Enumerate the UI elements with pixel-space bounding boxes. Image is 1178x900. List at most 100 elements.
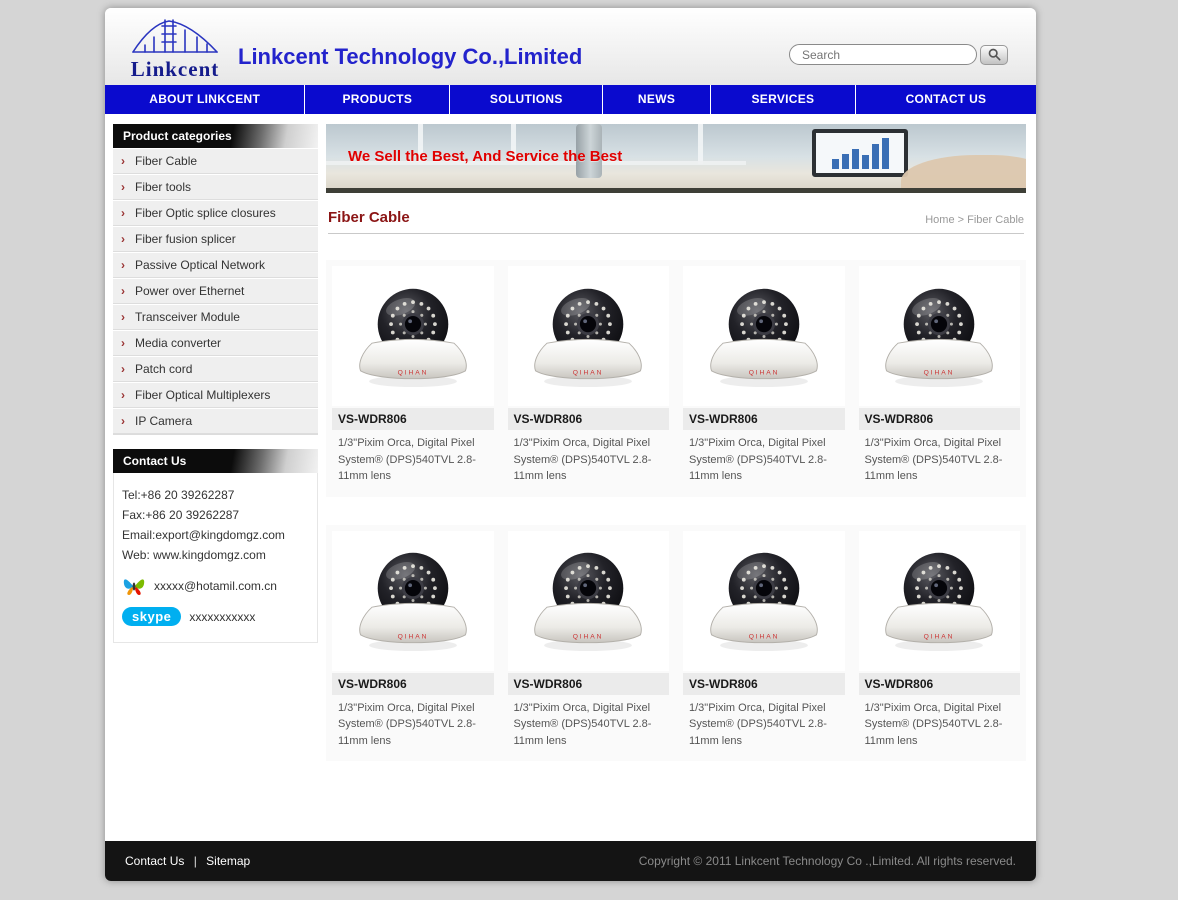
product-card[interactable]: QIHAN VS-WDR806 1/3"Pixim Orca, Digital … xyxy=(683,266,845,485)
banner-slogan: We Sell the Best, And Service the Best xyxy=(348,148,622,165)
nav-item[interactable]: ABOUT LINKCENT xyxy=(105,85,305,114)
chevron-right-icon: › xyxy=(121,206,135,220)
product-description: 1/3"Pixim Orca, Digital Pixel System® (D… xyxy=(332,695,494,750)
product-name[interactable]: VS-WDR806 xyxy=(508,408,670,430)
footer-sitemap-link[interactable]: Sitemap xyxy=(206,854,250,868)
camera-brand-text: QIHAN xyxy=(748,634,779,641)
banner-laptop xyxy=(812,129,908,177)
contact-us-header: Contact Us xyxy=(113,449,318,473)
product-name[interactable]: VS-WDR806 xyxy=(859,673,1021,695)
logo[interactable]: Linkcent xyxy=(115,12,235,82)
breadcrumb-home[interactable]: Home xyxy=(925,214,954,226)
product-photo: QIHAN xyxy=(508,266,670,406)
product-name[interactable]: VS-WDR806 xyxy=(508,673,670,695)
sidebar-category-item[interactable]: › Fiber Optic splice closures xyxy=(113,200,318,226)
site-header: Linkcent Linkcent Technology Co.,Limited xyxy=(105,8,1036,85)
sidebar-category-item[interactable]: › Patch cord xyxy=(113,356,318,382)
product-name[interactable]: VS-WDR806 xyxy=(332,673,494,695)
camera-brand-text: QIHAN xyxy=(573,369,604,376)
search-input[interactable] xyxy=(789,44,977,65)
search-button[interactable] xyxy=(980,45,1008,65)
dome-camera-image: QIHAN xyxy=(526,280,650,393)
msn-account[interactable]: xxxxx@hotamil.com.cn xyxy=(154,579,277,593)
product-description: 1/3"Pixim Orca, Digital Pixel System® (D… xyxy=(859,430,1021,485)
product-photo: QIHAN xyxy=(683,531,845,671)
sidebar-category-label: Passive Optical Network xyxy=(135,258,265,272)
product-description: 1/3"Pixim Orca, Digital Pixel System® (D… xyxy=(332,430,494,485)
camera-brand-text: QIHAN xyxy=(748,369,779,376)
chevron-right-icon: › xyxy=(121,310,135,324)
sidebar-category-label: Fiber tools xyxy=(135,180,191,194)
product-card[interactable]: QIHAN VS-WDR806 1/3"Pixim Orca, Digital … xyxy=(332,266,494,485)
sidebar-category-label: Fiber fusion splicer xyxy=(135,232,236,246)
sidebar-category-item[interactable]: › IP Camera xyxy=(113,408,318,434)
product-grid-row: QIHAN VS-WDR806 1/3"Pixim Orca, Digital … xyxy=(326,260,1026,497)
nav-item[interactable]: CONTACT US xyxy=(856,85,1036,114)
sidebar-category-item[interactable]: › Passive Optical Network xyxy=(113,252,318,278)
search-box xyxy=(789,44,1008,65)
product-card[interactable]: QIHAN VS-WDR806 1/3"Pixim Orca, Digital … xyxy=(859,266,1021,485)
product-photo: QIHAN xyxy=(332,266,494,406)
sidebar-category-label: Media converter xyxy=(135,336,221,350)
nav-item[interactable]: NEWS xyxy=(603,85,711,114)
skype-row: skype xxxxxxxxxxx xyxy=(122,607,309,626)
page-title: Fiber Cable xyxy=(328,209,410,226)
product-name[interactable]: VS-WDR806 xyxy=(332,408,494,430)
product-card[interactable]: QIHAN VS-WDR806 1/3"Pixim Orca, Digital … xyxy=(683,531,845,750)
contact-info-line: Email:export@kingdomgz.com xyxy=(122,525,309,545)
sidebar-category-item[interactable]: › Fiber Cable xyxy=(113,148,318,174)
sidebar-category-item[interactable]: › Fiber Optical Multiplexers xyxy=(113,382,318,408)
contact-body: Tel:+86 20 39262287 Fax:+86 20 39262287 … xyxy=(113,473,318,643)
product-description: 1/3"Pixim Orca, Digital Pixel System® (D… xyxy=(508,430,670,485)
chevron-right-icon: › xyxy=(121,154,135,168)
breadcrumb-separator: > xyxy=(958,214,964,226)
product-categories-header: Product categories xyxy=(113,124,318,148)
sidebar-category-item[interactable]: › Fiber fusion splicer xyxy=(113,226,318,252)
sidebar-category-item[interactable]: › Media converter xyxy=(113,330,318,356)
camera-brand-text: QIHAN xyxy=(397,634,428,641)
product-card[interactable]: QIHAN VS-WDR806 1/3"Pixim Orca, Digital … xyxy=(332,531,494,750)
breadcrumb: Home > Fiber Cable xyxy=(925,214,1024,226)
sidebar-category-label: Patch cord xyxy=(135,362,192,376)
main-content: We Sell the Best, And Service the Best F… xyxy=(326,124,1026,841)
contact-info-line: Tel:+86 20 39262287 xyxy=(122,485,309,505)
chevron-right-icon: › xyxy=(121,232,135,246)
page-container: Linkcent Linkcent Technology Co.,Limited… xyxy=(105,8,1036,881)
dome-camera-image: QIHAN xyxy=(702,280,826,393)
chevron-right-icon: › xyxy=(121,414,135,428)
product-description: 1/3"Pixim Orca, Digital Pixel System® (D… xyxy=(508,695,670,750)
product-card[interactable]: QIHAN VS-WDR806 1/3"Pixim Orca, Digital … xyxy=(508,266,670,485)
sidebar-category-label: Fiber Optic splice closures xyxy=(135,206,276,220)
sidebar-category-item[interactable]: › Power over Ethernet xyxy=(113,278,318,304)
nav-item[interactable]: PRODUCTS xyxy=(305,85,450,114)
product-name[interactable]: VS-WDR806 xyxy=(683,673,845,695)
chevron-right-icon: › xyxy=(121,388,135,402)
skype-account[interactable]: xxxxxxxxxxx xyxy=(189,610,255,624)
company-title: Linkcent Technology Co.,Limited xyxy=(238,44,582,70)
copyright-text: Copyright © 2011 Linkcent Technology Co … xyxy=(639,854,1016,868)
sidebar-category-item[interactable]: › Transceiver Module xyxy=(113,304,318,330)
dome-camera-image: QIHAN xyxy=(702,544,826,657)
sidebar-category-label: Fiber Cable xyxy=(135,154,197,168)
product-name[interactable]: VS-WDR806 xyxy=(683,408,845,430)
skype-logo: skype xyxy=(122,607,181,626)
product-description: 1/3"Pixim Orca, Digital Pixel System® (D… xyxy=(683,430,845,485)
product-description: 1/3"Pixim Orca, Digital Pixel System® (D… xyxy=(859,695,1021,750)
camera-brand-text: QIHAN xyxy=(924,634,955,641)
dome-camera-image: QIHAN xyxy=(877,280,1001,393)
search-icon xyxy=(988,48,1001,61)
footer-contact-link[interactable]: Contact Us xyxy=(125,854,184,868)
product-card[interactable]: QIHAN VS-WDR806 1/3"Pixim Orca, Digital … xyxy=(508,531,670,750)
product-photo: QIHAN xyxy=(508,531,670,671)
sidebar-category-item[interactable]: › Fiber tools xyxy=(113,174,318,200)
camera-brand-text: QIHAN xyxy=(924,369,955,376)
nav-item[interactable]: SERVICES xyxy=(711,85,856,114)
logo-text: Linkcent xyxy=(115,57,235,82)
sidebar-category-label: Fiber Optical Multiplexers xyxy=(135,388,270,402)
product-card[interactable]: QIHAN VS-WDR806 1/3"Pixim Orca, Digital … xyxy=(859,531,1021,750)
contact-info-line: Web: www.kingdomgz.com xyxy=(122,545,309,565)
product-name[interactable]: VS-WDR806 xyxy=(859,408,1021,430)
nav-item[interactable]: SOLUTIONS xyxy=(450,85,603,114)
msn-butterfly-icon xyxy=(122,575,146,597)
sidebar-category-label: Power over Ethernet xyxy=(135,284,244,298)
